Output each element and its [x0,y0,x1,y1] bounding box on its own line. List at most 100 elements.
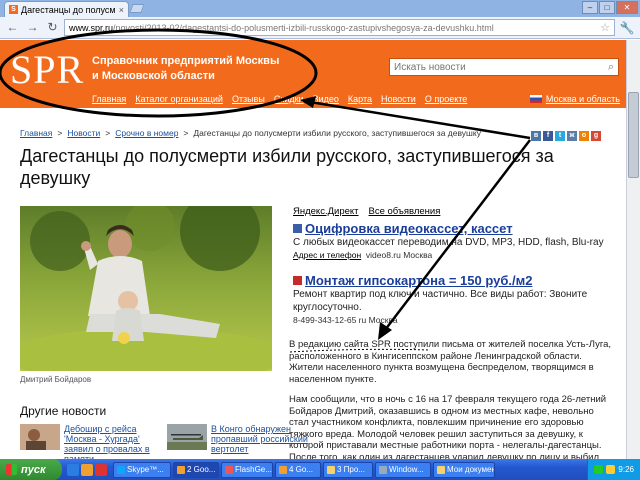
quick-launch [67,463,107,476]
breadcrumb-current: Дагестанцы до полусмерти избили русского… [193,128,481,138]
news-link[interactable]: Дебошир с рейса 'Москва - Хургада' заяви… [64,424,164,464]
task-google[interactable]: 4 Go... [275,461,321,478]
browser-toolbar: ← → ↻ www.spr.ru/novosti/2013-02/dagesta… [0,17,640,39]
tray-clock[interactable]: 9:26 [618,465,634,474]
task-label: Skype™... [127,465,164,474]
skype-icon [117,465,125,474]
close-window-button[interactable]: ✕ [616,1,638,14]
all-ads-link[interactable]: Все объявления [369,206,441,217]
chrome-icon [279,465,287,474]
windows-taskbar: пуск Skype™... 2 Goo... FlashGe... 4 Go.… [0,459,640,480]
twitter-icon[interactable]: t [555,131,565,141]
task-explorer[interactable]: 3 Про... [323,461,373,478]
nav-reviews[interactable]: Отзывы [232,94,265,104]
start-label: пуск [21,463,46,476]
search-icon[interactable]: ⌕ [608,61,614,74]
url-text[interactable]: www.spr.ru/novosti/2013-02/dagestantsi-d… [69,23,596,33]
news-search: ⌕ [389,58,619,76]
address-bar[interactable]: www.spr.ru/novosti/2013-02/dagestantsi-d… [64,19,615,36]
news-item[interactable]: В Конго обнаружен пропавший российский в… [167,424,311,454]
page-scrollbar[interactable] [626,40,640,459]
site-header: SPR Справочник предприятий Москвы и Моск… [0,40,626,108]
task-skype[interactable]: Skype™... [113,461,171,478]
windows-logo-icon [6,464,17,475]
article-photo-image [20,206,272,371]
task-label: Window... [389,465,424,474]
ad-title-link[interactable]: Монтаж гипсокартона = 150 руб./м2 [305,273,532,288]
ad-address-link[interactable]: Адрес и телефон [293,250,361,260]
task-label: Мои документы [447,465,494,474]
ad-favicon-icon [293,224,302,233]
article-paragraph: В редакцию сайта SPR поступили письма от… [289,339,612,385]
wrench-icon[interactable]: 🔧 [618,21,636,35]
tab-title: Дагестанцы до полусмерт [21,4,116,15]
breadcrumb-urgent[interactable]: Срочно в номер [115,128,178,138]
article-title: Дагестанцы до полусмерти избили русского… [20,146,554,188]
article-photo [20,206,272,371]
ad-block: Монтаж гипсокартона = 150 руб./м2 Ремонт… [293,273,613,325]
news-link[interactable]: В Конго обнаружен пропавший российский в… [211,424,311,454]
start-button[interactable]: пуск [0,459,62,480]
region-selector[interactable]: Москва и область [529,94,620,104]
tray-volume-icon[interactable] [606,465,616,474]
nav-about[interactable]: О проекте [425,94,467,104]
maximize-button[interactable]: □ [599,1,615,14]
task-chrome[interactable]: 2 Goo... [173,461,219,478]
nav-map[interactable]: Карта [348,94,372,104]
nav-catalog[interactable]: Каталог организаций [135,94,223,104]
task-flashget[interactable]: FlashGe... [221,461,273,478]
site-tagline: Справочник предприятий Москвы и Московск… [92,54,302,84]
taskbar-tasks: Skype™... 2 Goo... FlashGe... 4 Go... 3 … [113,461,495,478]
task-label: 4 Go... [289,465,314,474]
breadcrumb: Главная > Новости > Срочно в номер > Даг… [20,128,481,138]
odnoklassniki-icon[interactable]: о [579,131,589,141]
ad-title-row: Монтаж гипсокартона = 150 руб./м2 [293,273,613,288]
scrollbar-thumb[interactable] [628,92,639,178]
chrome-icon [177,465,185,474]
browser-tab[interactable]: S Дагестанцы до полусмерт × [4,1,129,17]
opera-icon[interactable] [95,463,107,476]
folder-icon [437,465,445,474]
vk-icon[interactable]: в [531,131,541,141]
bookmark-star-icon[interactable]: ☆ [600,21,610,34]
region-label[interactable]: Москва и область [546,94,620,104]
news-thumbnail[interactable] [167,424,207,450]
minimize-button[interactable]: – [582,1,598,14]
google-plus-icon[interactable]: g [591,131,601,141]
new-tab-button[interactable] [129,4,145,13]
ad-text: С любых видеокассет переводим на DVD, MP… [293,237,604,248]
tab-close-icon[interactable]: × [119,5,124,15]
nav-video[interactable]: Видео [313,94,339,104]
breadcrumb-separator: > [57,128,63,138]
ad-title-link[interactable]: Оцифровка видеокассет, кассет [305,221,513,236]
news-thumbnail[interactable] [20,424,60,450]
folder-icon [327,465,335,474]
nav-discounts[interactable]: Скидки [274,94,304,104]
ad-text: Ремонт квартир под ключ и частично. Все … [293,289,588,313]
livejournal-icon[interactable]: ж [567,131,577,141]
ie-icon[interactable] [67,463,79,476]
breadcrumb-separator: > [183,128,189,138]
tagline-line1: Справочник предприятий Москвы [92,55,280,67]
yandex-direct-link[interactable]: Яндекс.Директ [293,206,359,217]
nav-news[interactable]: Новости [381,94,416,104]
task-label: 2 Goo... [187,465,216,474]
reload-button[interactable]: ↻ [44,19,61,36]
task-label: 3 Про... [337,465,365,474]
facebook-icon[interactable]: f [543,131,553,141]
other-news-heading: Другие новости [20,404,107,418]
chrome-icon[interactable] [81,463,93,476]
breadcrumb-news[interactable]: Новости [67,128,100,138]
forward-button[interactable]: → [24,19,41,36]
back-button[interactable]: ← [4,19,21,36]
nav-home[interactable]: Главная [92,94,126,104]
search-input[interactable] [394,61,608,73]
site-logo[interactable]: SPR [10,46,84,93]
breadcrumb-home[interactable]: Главная [20,128,52,138]
task-my-documents[interactable]: Мои документы [433,461,495,478]
ad-title-row: Оцифровка видеокассет, кассет [293,221,613,236]
site-nav: Главная Каталог организаций Отзывы Скидк… [92,94,467,104]
task-window[interactable]: Window... [375,461,431,478]
news-item[interactable]: Дебошир с рейса 'Москва - Хургада' заяви… [20,424,164,464]
tray-status-icon[interactable] [594,465,604,474]
